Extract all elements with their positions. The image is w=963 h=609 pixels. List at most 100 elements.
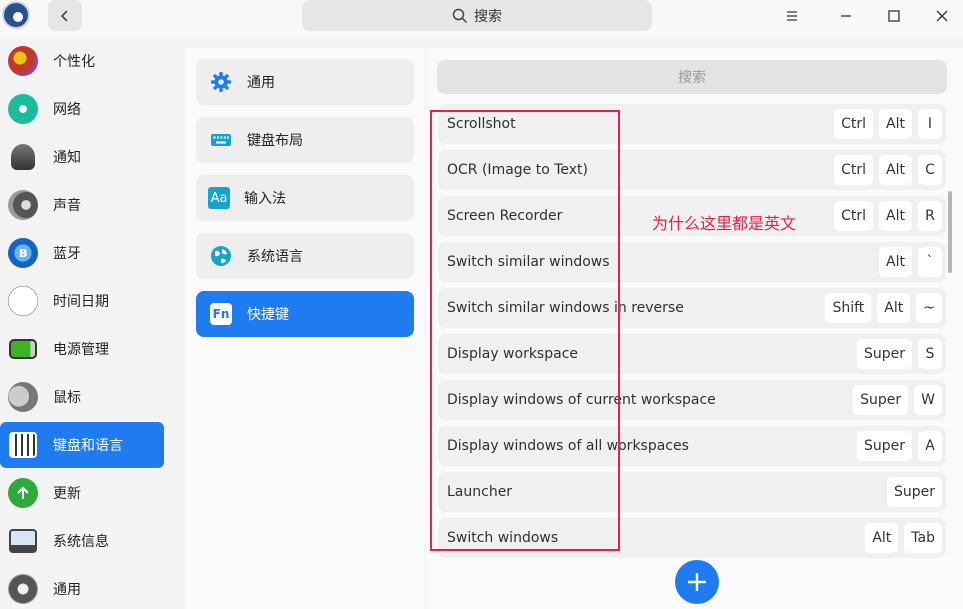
key-cap[interactable]: Alt bbox=[879, 109, 912, 139]
shortcut-keys: Ctrl Alt R bbox=[834, 201, 942, 231]
close-icon bbox=[936, 10, 948, 22]
globe-icon bbox=[211, 246, 231, 266]
key-cap[interactable]: Ctrl bbox=[834, 201, 874, 231]
plus-icon bbox=[688, 573, 706, 591]
sidebar-item-update[interactable]: 更新 bbox=[0, 470, 164, 516]
search-label: 搜索 bbox=[474, 8, 502, 25]
sidebar-item-label: 蓝牙 bbox=[53, 246, 81, 262]
sidebar-item-personalization[interactable]: 个性化 bbox=[0, 38, 164, 84]
key-cap[interactable]: Tab bbox=[904, 523, 942, 553]
key-cap[interactable]: Alt bbox=[865, 523, 899, 553]
maximize-button[interactable] bbox=[882, 4, 906, 28]
shortcut-keys: Shift Alt ~ bbox=[825, 293, 942, 323]
maximize-icon bbox=[888, 10, 900, 22]
search-placeholder: 搜索 bbox=[678, 70, 706, 86]
personalization-icon bbox=[8, 46, 38, 76]
mid-item-keyboard-layout[interactable]: 键盘布局 bbox=[196, 117, 414, 163]
key-cap[interactable]: Alt bbox=[879, 247, 912, 277]
mid-item-label: 系统语言 bbox=[247, 249, 303, 265]
search-box[interactable]: 搜索 bbox=[302, 0, 652, 31]
keyboard-layout-icon bbox=[211, 134, 231, 146]
key-cap[interactable]: ~ bbox=[916, 293, 942, 323]
sidebar-item-system-info[interactable]: 系统信息 bbox=[0, 518, 164, 564]
add-shortcut-button[interactable] bbox=[675, 560, 719, 604]
key-cap[interactable]: A bbox=[918, 431, 942, 461]
gear-icon bbox=[211, 72, 231, 92]
sidebar-item-sound[interactable]: 声音 bbox=[0, 182, 164, 228]
battery-icon bbox=[9, 339, 37, 359]
sidebar-item-label: 键盘和语言 bbox=[53, 438, 123, 454]
clock-icon bbox=[8, 286, 38, 316]
sidebar-item-mouse[interactable]: 鼠标 bbox=[0, 374, 164, 420]
key-cap[interactable]: I bbox=[918, 109, 942, 139]
scrollbar[interactable] bbox=[948, 191, 952, 273]
shortcut-search-input[interactable]: 搜索 bbox=[437, 60, 947, 94]
key-cap[interactable]: W bbox=[914, 385, 942, 415]
key-cap[interactable]: Super bbox=[853, 385, 909, 415]
shortcut-keys: Alt ` bbox=[879, 247, 942, 277]
mid-item-input-method[interactable]: Aa 输入法 bbox=[196, 175, 414, 221]
key-cap[interactable]: R bbox=[918, 201, 942, 231]
mid-item-label: 快捷键 bbox=[247, 307, 289, 323]
sidebar-item-notification[interactable]: 通知 bbox=[0, 134, 164, 180]
sidebar-item-label: 鼠标 bbox=[53, 390, 81, 406]
shortcut-keys: Super W bbox=[853, 385, 942, 415]
sidebar-item-label: 系统信息 bbox=[53, 534, 109, 550]
general-gear-icon bbox=[8, 574, 38, 604]
key-cap[interactable]: Super bbox=[886, 477, 942, 507]
key-cap[interactable]: ` bbox=[918, 247, 942, 277]
sidebar-item-label: 时间日期 bbox=[53, 294, 109, 310]
key-cap[interactable]: Shift bbox=[825, 293, 872, 323]
hamburger-menu-icon bbox=[787, 11, 797, 21]
shortcut-fn-icon: Fn bbox=[210, 303, 232, 325]
input-method-icon: Aa bbox=[208, 187, 230, 209]
shortcut-keys: Ctrl Alt I bbox=[834, 109, 942, 139]
sidebar-item-power[interactable]: 电源管理 bbox=[0, 326, 164, 372]
annotation-text: 为什么这里都是英文 bbox=[652, 214, 797, 233]
key-cap[interactable]: Super bbox=[856, 431, 912, 461]
mid-item-label: 通用 bbox=[247, 75, 275, 91]
title-bar: 搜索 bbox=[0, 0, 963, 38]
chevron-left-icon bbox=[60, 9, 68, 22]
mid-item-general[interactable]: 通用 bbox=[196, 59, 414, 105]
sidebar-item-general[interactable]: 通用 bbox=[0, 566, 164, 609]
sidebar-item-label: 电源管理 bbox=[53, 342, 109, 358]
mouse-icon bbox=[2, 376, 44, 418]
key-cap[interactable]: Alt bbox=[877, 293, 911, 323]
sidebar-item-bluetooth[interactable]: ʙ 蓝牙 bbox=[0, 230, 164, 276]
sidebar-item-label: 更新 bbox=[53, 486, 81, 502]
sidebar-item-label: 个性化 bbox=[53, 54, 95, 70]
keyboard-icon bbox=[9, 432, 37, 458]
minimize-button[interactable] bbox=[834, 4, 858, 28]
key-cap[interactable]: Alt bbox=[879, 155, 912, 185]
mid-item-label: 键盘布局 bbox=[247, 133, 303, 149]
speaker-icon bbox=[8, 190, 38, 220]
app-logo-icon bbox=[2, 1, 30, 29]
mid-item-label: 输入法 bbox=[244, 191, 286, 207]
sidebar: 个性化 网络 通知 声音 ʙ 蓝牙 时间日期 电源管理 鼠标 键盘和语言 更新 bbox=[0, 38, 175, 609]
shortcut-keys: Ctrl Alt C bbox=[834, 155, 942, 185]
key-cap[interactable]: C bbox=[918, 155, 942, 185]
minimize-icon bbox=[841, 15, 851, 17]
sidebar-item-network[interactable]: 网络 bbox=[0, 86, 164, 132]
sidebar-item-datetime[interactable]: 时间日期 bbox=[0, 278, 164, 324]
shortcut-keys: Alt Tab bbox=[865, 523, 942, 553]
sidebar-item-label: 网络 bbox=[53, 102, 81, 118]
sidebar-item-keyboard-language[interactable]: 键盘和语言 bbox=[0, 422, 164, 468]
mid-item-shortcuts[interactable]: Fn 快捷键 bbox=[196, 291, 414, 337]
key-cap[interactable]: Ctrl bbox=[834, 109, 874, 139]
key-cap[interactable]: Ctrl bbox=[834, 155, 874, 185]
notification-bell-icon bbox=[11, 144, 35, 170]
key-cap[interactable]: S bbox=[918, 339, 942, 369]
system-info-icon bbox=[9, 529, 37, 553]
annotation-highlight-box bbox=[430, 110, 620, 551]
shortcut-keys: Super bbox=[886, 477, 942, 507]
close-button[interactable] bbox=[930, 4, 954, 28]
back-button[interactable] bbox=[48, 0, 82, 31]
key-cap[interactable]: Super bbox=[856, 339, 912, 369]
mid-item-system-language[interactable]: 系统语言 bbox=[196, 233, 414, 279]
key-cap[interactable]: Alt bbox=[879, 201, 912, 231]
menu-button[interactable] bbox=[780, 4, 804, 28]
search-icon bbox=[452, 8, 468, 23]
bluetooth-icon: ʙ bbox=[8, 238, 38, 268]
